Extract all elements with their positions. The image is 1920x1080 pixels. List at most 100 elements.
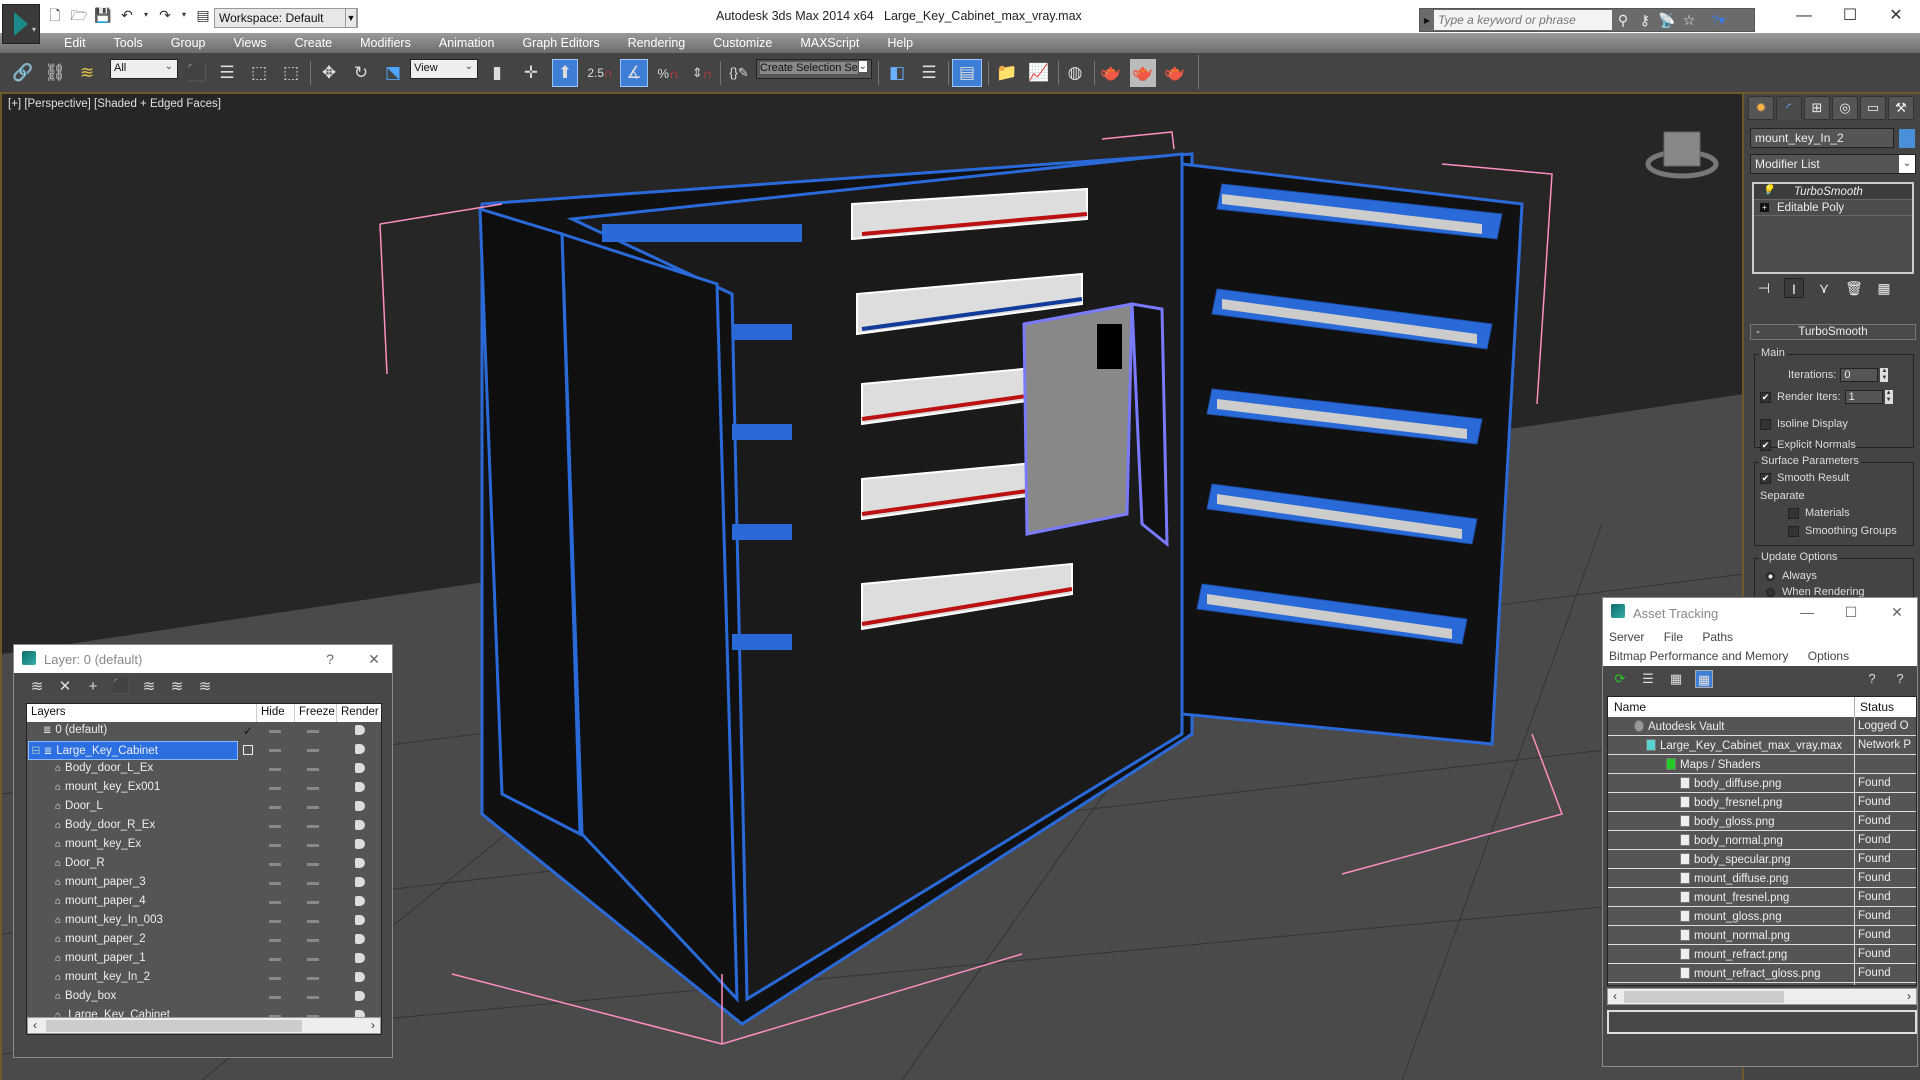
menu-create[interactable]: Create — [295, 33, 333, 53]
select-and-move-icon[interactable]: ✥ — [316, 59, 342, 87]
render-teapot-icon[interactable] — [355, 839, 365, 849]
render-setup-icon[interactable]: 🫖 — [1098, 59, 1124, 87]
minimize-button[interactable]: — — [1791, 602, 1823, 622]
freeze-toggle[interactable] — [307, 996, 319, 999]
hide-unhide-all-icon[interactable]: ≋ — [168, 678, 186, 696]
asset-path-field[interactable] — [1607, 1010, 1917, 1034]
asset-row[interactable]: mount_refract_gloss.png Found — [1608, 964, 1916, 983]
hide-toggle[interactable] — [269, 920, 281, 923]
freeze-unfreeze-all-icon[interactable]: ≋ — [196, 678, 214, 696]
materials-checkbox[interactable] — [1788, 507, 1799, 519]
layer-row[interactable]: ⌂ Body_door_R_Ex — [27, 817, 381, 836]
mirror-icon[interactable]: ◧ — [884, 59, 910, 87]
column-hide[interactable]: Hide — [257, 704, 295, 722]
select-by-name-icon[interactable]: ☰ — [214, 59, 240, 87]
isoline-display-checkbox[interactable] — [1760, 418, 1771, 430]
render-teapot-icon[interactable] — [355, 763, 365, 773]
hide-toggle[interactable] — [269, 730, 281, 733]
layer-row[interactable]: ⌂ mount_key_In_003 — [27, 912, 381, 931]
layer-row[interactable]: ⌂ Body_box — [27, 988, 381, 1007]
rectangular-selection-icon[interactable]: ⬚ — [246, 59, 272, 87]
named-selection-dropdown[interactable]: Create Selection Se ⌄ — [756, 59, 872, 79]
window-crossing-icon[interactable]: ⬚ — [278, 59, 304, 87]
spinner-arrows-icon[interactable]: ▲ ▼ — [1884, 390, 1893, 404]
render-teapot-icon[interactable] — [355, 991, 365, 1001]
render-teapot-icon[interactable] — [355, 972, 365, 982]
freeze-toggle[interactable] — [307, 939, 319, 942]
close-button[interactable]: ✕ — [1881, 602, 1913, 622]
layer-manager-icon[interactable]: ▤ — [952, 59, 982, 87]
select-and-scale-icon[interactable]: ⬔ — [380, 59, 406, 87]
render-teapot-icon[interactable] — [355, 877, 365, 887]
satellite-icon[interactable]: 📡 — [1656, 10, 1678, 30]
column-status[interactable]: Status — [1860, 700, 1894, 714]
asset-row[interactable]: mount_normal.png Found — [1608, 926, 1916, 945]
minimize-button[interactable]: — — [1782, 4, 1826, 28]
render-teapot-icon[interactable] — [355, 725, 365, 735]
select-and-rotate-icon[interactable]: ↻ — [348, 59, 374, 87]
render-teapot-icon[interactable] — [355, 915, 365, 925]
layer-row[interactable]: ⌂ mount_paper_1 — [27, 950, 381, 969]
render-teapot-icon[interactable] — [355, 858, 365, 868]
spinner-arrows-icon[interactable]: ▲ ▼ — [1880, 368, 1889, 382]
project-folder-icon[interactable]: ▤ — [194, 6, 212, 24]
freeze-toggle[interactable] — [307, 977, 319, 980]
render-teapot-icon[interactable] — [355, 820, 365, 830]
menu-tools[interactable]: Tools — [114, 33, 143, 53]
selection-filter-dropdown[interactable]: All ⌄ — [110, 59, 178, 79]
viewport-general-menu[interactable]: [+] — [8, 98, 21, 110]
object-name-field[interactable]: mount_key_In_2 — [1750, 128, 1894, 148]
menu-animation[interactable]: Animation — [439, 33, 495, 53]
freeze-toggle[interactable] — [307, 825, 319, 828]
render-iters-checkbox[interactable]: ✔ — [1760, 391, 1771, 403]
menu-paths[interactable]: Paths — [1702, 628, 1733, 647]
freeze-toggle[interactable] — [307, 768, 319, 771]
smooth-result-checkbox[interactable]: ✔ — [1760, 472, 1771, 484]
layer-row[interactable]: ⌂ Door_R — [27, 855, 381, 874]
freeze-toggle[interactable] — [307, 806, 319, 809]
configure-modifier-sets-icon[interactable]: ▦ — [1874, 278, 1894, 298]
iterations-spinner[interactable]: 0 — [1840, 368, 1879, 382]
set-current-checkbox[interactable] — [243, 745, 253, 755]
show-end-result-icon[interactable]: I — [1784, 278, 1804, 298]
menu-modifiers[interactable]: Modifiers — [360, 33, 411, 53]
undo-dropdown-icon[interactable]: ▾ — [142, 6, 150, 24]
customize-qat-button[interactable]: ▼ — [345, 8, 357, 28]
hide-toggle[interactable] — [269, 806, 281, 809]
asset-row[interactable]: mount_refract.png Found — [1608, 945, 1916, 964]
select-manipulate-icon[interactable]: ✛ — [518, 59, 544, 87]
display-tab-icon[interactable]: ▭ — [1860, 96, 1886, 120]
freeze-toggle[interactable] — [307, 901, 319, 904]
layer-row[interactable]: ⌂ mount_key_Ex — [27, 836, 381, 855]
freeze-toggle[interactable] — [307, 787, 319, 790]
viewcube[interactable] — [1645, 131, 1719, 179]
bind-space-warp-icon[interactable]: ≋ — [74, 59, 100, 87]
hide-toggle[interactable] — [269, 901, 281, 904]
binoculars-icon[interactable]: ⚲ — [1612, 10, 1634, 30]
hide-toggle[interactable] — [269, 882, 281, 885]
viewport-shading-menu[interactable]: [Shaded + Edged Faces] — [94, 98, 221, 110]
maximize-button[interactable]: ☐ — [1835, 602, 1867, 622]
delete-layer-icon[interactable]: ✕ — [56, 678, 74, 696]
layer-row[interactable]: ⌂ mount_key_In_2 — [27, 969, 381, 988]
reference-coordinate-dropdown[interactable]: View ⌄ — [410, 59, 478, 79]
hide-toggle[interactable] — [269, 863, 281, 866]
layer-row[interactable]: ⌂ mount_paper_4 — [27, 893, 381, 912]
menu-options[interactable]: Options — [1808, 647, 1849, 666]
asset-row[interactable]: Autodesk Vault Logged O — [1608, 717, 1916, 736]
application-button[interactable]: ▾ — [2, 4, 40, 44]
freeze-toggle[interactable] — [307, 844, 319, 847]
viewport-pov-menu[interactable]: [Perspective] — [24, 98, 90, 110]
hide-toggle[interactable] — [269, 939, 281, 942]
motion-tab-icon[interactable]: ◎ — [1832, 96, 1858, 120]
scene-explorer-icon[interactable]: 📁 — [994, 59, 1020, 87]
scroll-right-icon[interactable]: › — [366, 1018, 380, 1033]
save-icon[interactable]: 💾 — [94, 6, 112, 24]
column-freeze[interactable]: Freeze — [295, 704, 337, 722]
freeze-toggle[interactable] — [307, 749, 319, 752]
render-teapot-icon[interactable] — [355, 782, 365, 792]
render-iters-spinner[interactable]: 1 — [1844, 390, 1883, 404]
asset-tracking-titlebar[interactable]: Asset Tracking — ☐ ✕ — [1603, 598, 1917, 628]
rendered-frame-window-icon[interactable]: 🫖 — [1130, 59, 1156, 87]
always-radio[interactable] — [1766, 571, 1775, 581]
